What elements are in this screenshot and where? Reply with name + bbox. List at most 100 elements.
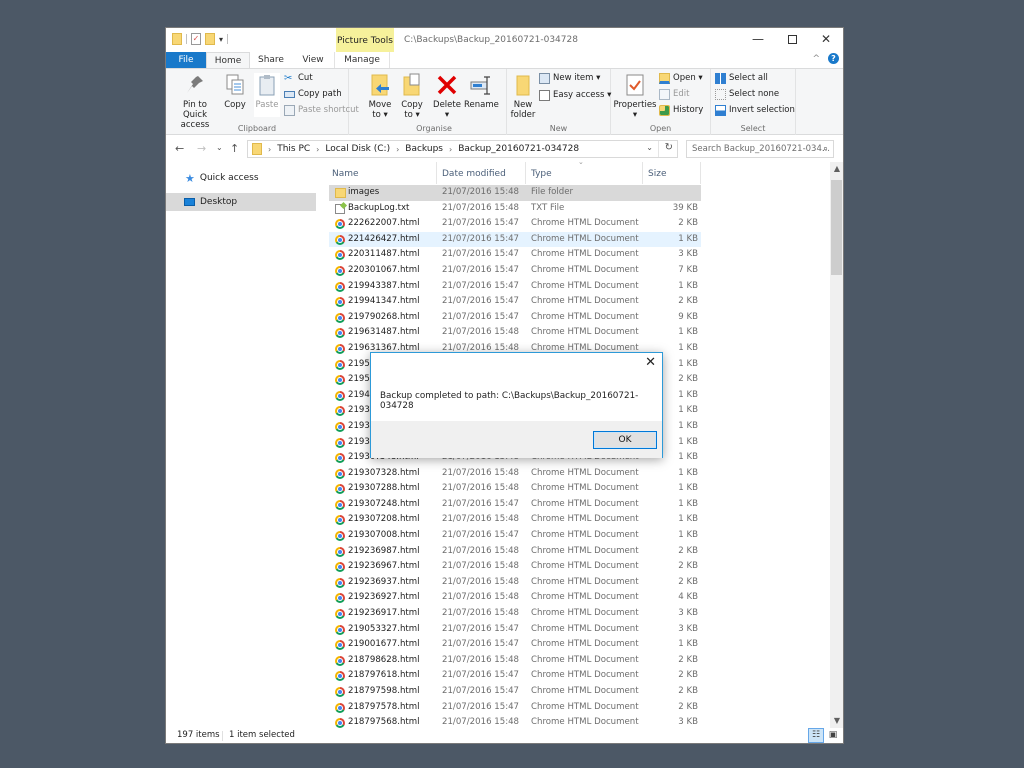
maximize-button[interactable] (775, 28, 809, 52)
open-button[interactable]: Open ▾ (659, 72, 703, 84)
file-row[interactable]: 221426427.html 21/07/2016 15:47 Chrome HTM… (329, 231, 701, 248)
copy-button[interactable]: Copy (222, 73, 248, 110)
file-row[interactable]: 220311487.html 21/07/2016 15:47 Chrome HTM… (329, 247, 701, 263)
file-row[interactable]: 219790268.html 21/07/2016 15:47 Chrome HTM… (329, 310, 701, 326)
address-dropdown-icon[interactable]: ⌄ (646, 143, 653, 152)
invert-selection-button[interactable]: Invert selection (715, 104, 795, 116)
breadcrumb-separator[interactable]: › (268, 145, 271, 154)
vertical-scrollbar[interactable]: ▲ ▼ (830, 162, 843, 728)
pin-to-quick-access-button[interactable]: Pin to Quick access (170, 73, 220, 130)
rename-button[interactable]: Rename (464, 73, 499, 110)
file-row[interactable]: 219236927.html 21/07/2016 15:48 Chrome HTM… (329, 590, 701, 606)
properties-dropdown-arrow[interactable]: ▾ (613, 110, 657, 120)
paste-shortcut-button[interactable]: Paste shortcut (284, 104, 359, 116)
tab-file[interactable]: File (166, 52, 206, 68)
tab-view[interactable]: View (292, 52, 334, 68)
close-window-button[interactable]: ✕ (809, 28, 843, 52)
dialog-close-button[interactable]: ✕ (645, 355, 656, 370)
file-row[interactable]: 219053327.html 21/07/2016 15:47 Chrome HTM… (329, 622, 701, 638)
breadcrumb-separator[interactable]: › (396, 145, 399, 154)
file-row[interactable]: 219236917.html 21/07/2016 15:48 Chrome HTM… (329, 606, 701, 622)
select-all-button[interactable]: Select all (715, 72, 768, 84)
file-row[interactable]: 219307328.html 21/07/2016 15:48 Chrome HTM… (329, 466, 701, 482)
file-row[interactable]: 219631487.html 21/07/2016 15:48 Chrome HTM… (329, 325, 701, 341)
file-row[interactable]: 219941347.html 21/07/2016 15:47 Chrome HTM… (329, 294, 701, 310)
refresh-icon[interactable]: ↻ (665, 142, 673, 153)
column-header-date-modified[interactable]: Date modified (442, 164, 506, 184)
delete-dropdown-arrow[interactable]: ▾ (432, 110, 462, 120)
file-row[interactable]: 219943387.html 21/07/2016 15:47 Chrome HTM… (329, 279, 701, 295)
file-row[interactable]: 219236987.html 21/07/2016 15:48 Chrome HTM… (329, 544, 701, 560)
file-date-modified: 21/07/2016 15:47 (442, 670, 520, 681)
history-button[interactable]: History (659, 104, 703, 116)
search-icon[interactable]: ⌕ (823, 141, 828, 157)
column-header-type[interactable]: Type (531, 164, 552, 184)
column-header-name[interactable]: Name (332, 164, 359, 184)
large-icons-view-icon[interactable]: ▣ (826, 729, 840, 742)
scroll-up-arrow[interactable]: ▲ (830, 162, 843, 176)
folder-icon (335, 188, 346, 198)
tab-manage[interactable]: Manage (334, 52, 390, 68)
properties-qat-icon[interactable]: ✓ (191, 33, 201, 45)
scroll-thumb[interactable] (831, 180, 842, 275)
details-view-icon[interactable]: ☷ (808, 728, 824, 743)
file-row[interactable]: 219307208.html 21/07/2016 15:48 Chrome HTM… (329, 512, 701, 528)
properties-button[interactable]: Properties ▾ (613, 73, 657, 120)
minimize-button[interactable]: — (741, 28, 775, 52)
column-header-size[interactable]: Size (648, 164, 666, 184)
breadcrumb-separator[interactable]: › (316, 145, 319, 154)
file-row[interactable]: 220301067.html 21/07/2016 15:47 Chrome HTM… (329, 263, 701, 279)
file-row[interactable]: 218797618.html 21/07/2016 15:47 Chrome HTM… (329, 668, 701, 684)
file-row[interactable]: 219307008.html 21/07/2016 15:47 Chrome HTM… (329, 528, 701, 544)
back-button[interactable]: ← (175, 142, 184, 155)
ok-button[interactable]: OK (593, 431, 657, 449)
up-button[interactable]: ↑ (230, 142, 239, 155)
scroll-down-arrow[interactable]: ▼ (830, 714, 843, 728)
forward-button[interactable]: → (197, 142, 206, 155)
paste-button[interactable]: Paste (254, 73, 280, 117)
breadcrumb-this-pc[interactable]: This PC (277, 144, 310, 154)
file-row[interactable]: 218798628.html 21/07/2016 15:48 Chrome HTM… (329, 653, 701, 669)
copy-path-button[interactable]: Copy path (284, 88, 342, 100)
column-divider[interactable] (436, 162, 437, 184)
tab-home[interactable]: Home (206, 52, 250, 68)
new-item-button[interactable]: New item ▾ (539, 72, 600, 84)
select-none-button[interactable]: Select none (715, 88, 779, 100)
cut-button[interactable]: ✂ Cut (284, 72, 313, 84)
breadcrumb-separator[interactable]: › (449, 145, 452, 154)
file-row[interactable]: 218797598.html 21/07/2016 15:47 Chrome HTM… (329, 684, 701, 700)
file-row[interactable]: 219001677.html 21/07/2016 15:47 Chrome HTM… (329, 637, 701, 653)
address-bar[interactable]: › This PC › Local Disk (C:) › Backups › … (247, 140, 678, 158)
collapse-ribbon-icon[interactable]: ^ (812, 54, 820, 64)
search-input[interactable]: Search Backup_20160721-034... ⌕ (686, 140, 834, 158)
copy-to-button[interactable]: Copy to ▾ (398, 73, 426, 120)
recent-locations-button[interactable]: ⌄ (216, 143, 223, 152)
help-icon[interactable]: ? (828, 53, 839, 64)
file-row[interactable]: 222622007.html 21/07/2016 15:47 Chrome HTM… (329, 216, 701, 232)
delete-button[interactable]: Delete ▾ (432, 73, 462, 120)
customize-qat-icon[interactable]: ▾ (219, 35, 223, 44)
file-row[interactable]: images 21/07/2016 15:48 File folder (329, 185, 701, 201)
column-divider[interactable] (525, 162, 526, 184)
easy-access-button[interactable]: Easy access ▾ (539, 89, 611, 101)
file-row[interactable]: BackupLog.txt 21/07/2016 15:48 TXT File 39 … (329, 201, 701, 217)
nav-item-quick-access[interactable]: ★ Quick access (166, 169, 316, 187)
column-divider[interactable] (642, 162, 643, 184)
move-to-button[interactable]: Move to ▾ (366, 73, 394, 120)
new-folder-qat-icon[interactable] (205, 33, 215, 45)
select-group: Select all Select none Invert selection … (711, 69, 796, 135)
breadcrumb-local-disk[interactable]: Local Disk (C:) (325, 144, 390, 154)
file-row[interactable]: 219307288.html 21/07/2016 15:48 Chrome HTM… (329, 481, 701, 497)
breadcrumb-backups[interactable]: Backups (405, 144, 443, 154)
file-row[interactable]: 219236937.html 21/07/2016 15:48 Chrome HTM… (329, 575, 701, 591)
breadcrumb-current-folder[interactable]: Backup_20160721-034728 (458, 144, 579, 154)
file-row[interactable]: 218797568.html 21/07/2016 15:48 Chrome HTM… (329, 715, 701, 728)
edit-button[interactable]: Edit (659, 88, 689, 100)
file-row[interactable]: 218797578.html 21/07/2016 15:47 Chrome HTM… (329, 700, 701, 716)
nav-item-desktop[interactable]: Desktop (166, 193, 316, 211)
file-row[interactable]: 219236967.html 21/07/2016 15:48 Chrome HTM… (329, 559, 701, 575)
tab-share[interactable]: Share (250, 52, 292, 68)
new-folder-button[interactable]: New folder (509, 73, 537, 120)
file-row[interactable]: 219307248.html 21/07/2016 15:47 Chrome HTM… (329, 497, 701, 513)
column-divider[interactable] (700, 162, 701, 184)
